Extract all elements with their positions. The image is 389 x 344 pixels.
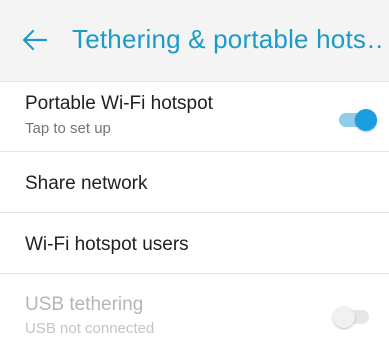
back-button[interactable]	[20, 25, 50, 55]
toggle-thumb	[333, 306, 355, 328]
hotspot-toggle[interactable]	[337, 108, 377, 132]
usb-tethering-toggle	[333, 305, 373, 329]
item-label: Wi-Fi hotspot users	[25, 234, 189, 255]
list-item-share-network[interactable]: Share network	[0, 152, 389, 213]
item-label: Portable Wi-Fi hotspot	[25, 93, 213, 114]
arrow-back-icon	[22, 29, 48, 51]
item-subtitle: USB not connected	[25, 320, 155, 337]
app-bar: Tethering & portable hots…	[0, 0, 389, 82]
list-item-wifi-hotspot-users[interactable]: Wi-Fi hotspot users	[0, 213, 389, 274]
item-label: USB tethering	[25, 294, 144, 315]
list-item-portable-wifi-hotspot[interactable]: Portable Wi-Fi hotspot Tap to set up	[0, 82, 389, 152]
item-subtitle: Tap to set up	[25, 120, 111, 137]
page-title: Tethering & portable hots…	[72, 24, 386, 54]
list-item-usb-tethering: USB tethering USB not connected	[0, 274, 389, 344]
toggle-thumb	[355, 109, 377, 131]
item-label: Share network	[25, 173, 148, 194]
